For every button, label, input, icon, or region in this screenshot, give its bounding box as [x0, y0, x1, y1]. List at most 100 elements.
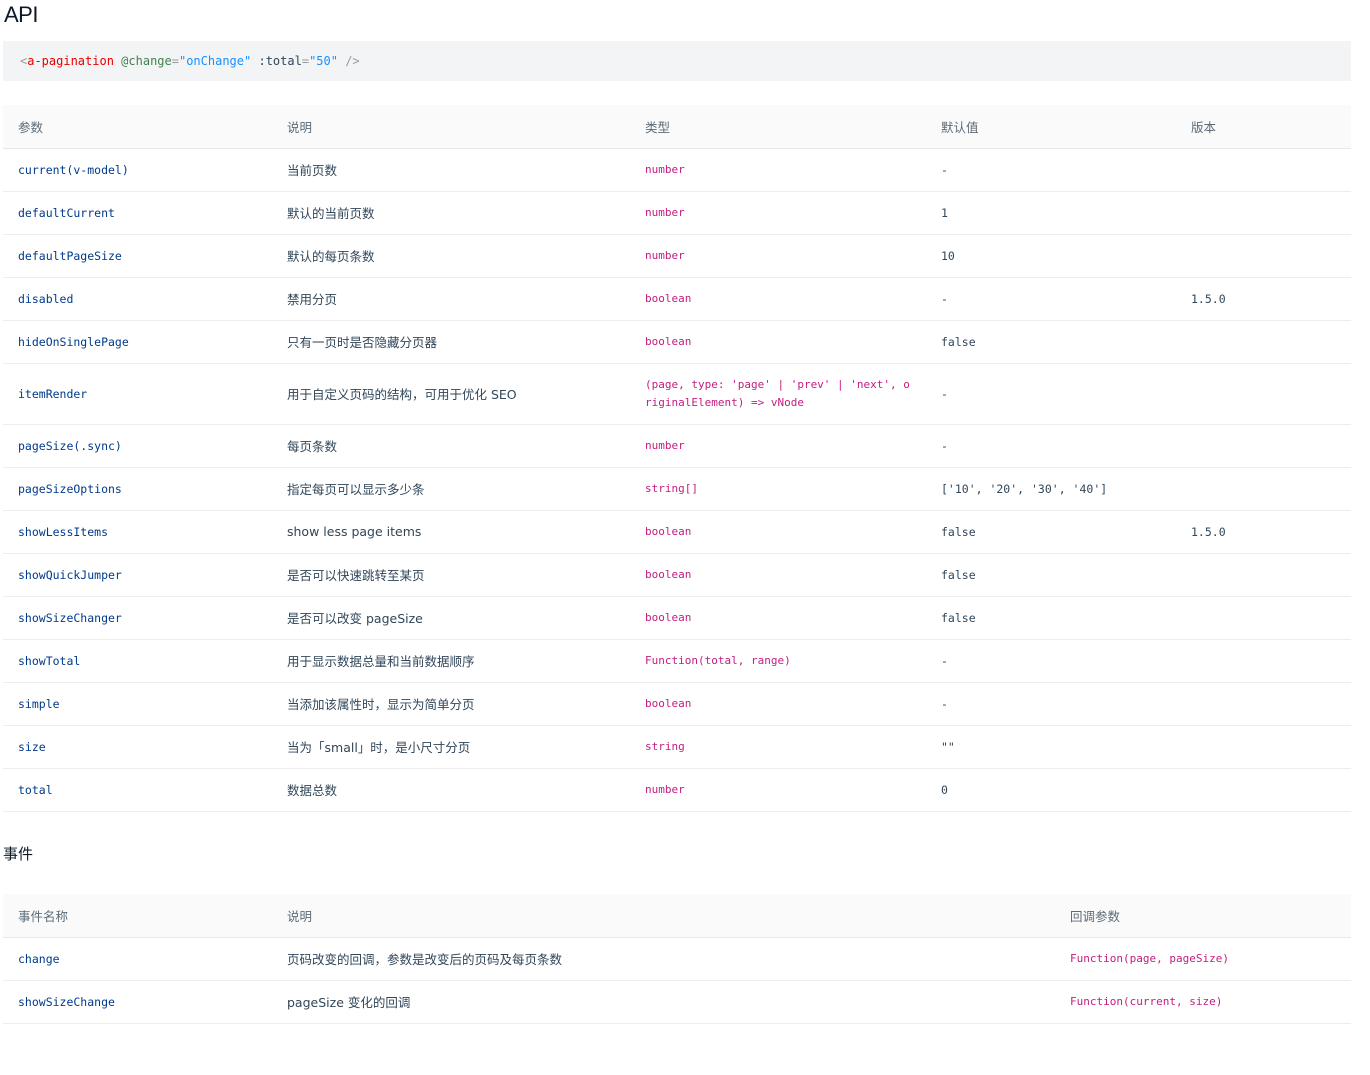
param-desc: 当添加该属性时，显示为简单分页: [272, 682, 630, 726]
param-type-cell: (page, type: 'page' | 'prev' | 'next', o…: [630, 363, 926, 425]
param-name: showQuickJumper: [3, 553, 272, 597]
param-version: [1176, 639, 1351, 683]
table-row: showTotal 用于显示数据总量和当前数据顺序 Function(total…: [3, 639, 1351, 683]
table-row: itemRender 用于自定义页码的结构，可用于优化 SEO (page, t…: [3, 363, 1351, 425]
param-type: number: [630, 234, 926, 278]
table-row: current(v-model) 当前页数 number -: [3, 148, 1351, 192]
param-default: -: [926, 424, 1176, 468]
param-type: Function(total, range): [630, 639, 926, 683]
param-desc: 是否可以改变 pageSize: [272, 596, 630, 640]
param-name: total: [3, 768, 272, 812]
param-name: pageSizeOptions: [3, 467, 272, 511]
header-default: 默认值: [926, 105, 1176, 149]
event-desc: pageSize 变化的回调: [272, 980, 1055, 1024]
param-version: [1176, 234, 1351, 278]
event-desc: 页码改变的回调，参数是改变后的页码及每页条数: [272, 937, 1055, 981]
param-version: [1176, 467, 1351, 511]
event-name: showSizeChange: [3, 980, 272, 1024]
param-desc: 只有一页时是否隐藏分页器: [272, 320, 630, 364]
table-row: total 数据总数 number 0: [3, 768, 1351, 812]
param-name: showLessItems: [3, 510, 272, 554]
code-attr-change: @change: [121, 54, 172, 68]
param-desc: 默认的每页条数: [272, 234, 630, 278]
param-desc: 禁用分页: [272, 277, 630, 321]
api-table-header: 参数 说明 类型 默认值 版本: [3, 105, 1351, 149]
header-desc: 说明: [272, 105, 630, 149]
param-default: 0: [926, 768, 1176, 812]
param-version: 1.5.0: [1176, 277, 1351, 321]
param-desc: 是否可以快速跳转至某页: [272, 553, 630, 597]
table-row: hideOnSinglePage 只有一页时是否隐藏分页器 boolean fa…: [3, 320, 1351, 364]
param-name: pageSize(.sync): [3, 424, 272, 468]
param-version: [1176, 596, 1351, 640]
param-desc: 指定每页可以显示多少条: [272, 467, 630, 511]
code-equals: =: [301, 54, 310, 68]
table-row: showSizeChanger 是否可以改变 pageSize boolean …: [3, 596, 1351, 640]
param-version: [1176, 363, 1351, 425]
param-type: boolean: [630, 553, 926, 597]
param-default: "": [926, 725, 1176, 769]
param-name: hideOnSinglePage: [3, 320, 272, 364]
param-name: defaultPageSize: [3, 234, 272, 278]
header-param: 参数: [3, 105, 272, 149]
table-row: pageSizeOptions 指定每页可以显示多少条 string[] ['1…: [3, 467, 1351, 511]
table-row: showSizeChange pageSize 变化的回调 Function(c…: [3, 980, 1351, 1024]
param-version: [1176, 424, 1351, 468]
param-version: [1176, 191, 1351, 235]
param-type: boolean: [630, 682, 926, 726]
param-desc: 用于显示数据总量和当前数据顺序: [272, 639, 630, 683]
param-name: current(v-model): [3, 148, 272, 192]
param-version: [1176, 553, 1351, 597]
param-default: false: [926, 553, 1176, 597]
param-desc: show less page items: [272, 510, 630, 554]
param-default: -: [926, 277, 1176, 321]
param-default: false: [926, 596, 1176, 640]
param-default: 10: [926, 234, 1176, 278]
event-name: change: [3, 937, 272, 981]
param-version: [1176, 148, 1351, 192]
param-version: [1176, 768, 1351, 812]
header-event-callback: 回调参数: [1055, 894, 1351, 938]
header-type: 类型: [630, 105, 926, 149]
param-type: boolean: [630, 277, 926, 321]
table-row: showQuickJumper 是否可以快速跳转至某页 boolean fals…: [3, 553, 1351, 597]
code-sample: <a-pagination @change="onChange" :total=…: [3, 41, 1351, 81]
code-value-total: "50": [309, 54, 338, 68]
param-type: boolean: [630, 510, 926, 554]
param-default: -: [926, 363, 1176, 425]
param-type: number: [630, 768, 926, 812]
param-desc: 用于自定义页码的结构，可用于优化 SEO: [272, 363, 630, 425]
param-desc: 默认的当前页数: [272, 191, 630, 235]
table-row: change 页码改变的回调，参数是改变后的页码及每页条数 Function(p…: [3, 937, 1351, 981]
param-type: number: [630, 148, 926, 192]
header-event-desc: 说明: [272, 894, 1055, 938]
param-desc: 当为「small」时，是小尺寸分页: [272, 725, 630, 769]
param-name: size: [3, 725, 272, 769]
code-attr-total: :total: [258, 54, 302, 68]
table-row: size 当为「small」时，是小尺寸分页 string "": [3, 725, 1351, 769]
param-version: [1176, 320, 1351, 364]
api-props-table: 参数 说明 类型 默认值 版本 current(v-model) 当前页数 nu…: [3, 105, 1351, 812]
table-row: defaultPageSize 默认的每页条数 number 10: [3, 234, 1351, 278]
header-version: 版本: [1176, 105, 1351, 149]
param-type: (page, type: 'page' | 'prev' | 'next', o…: [645, 377, 910, 409]
param-name: showSizeChanger: [3, 596, 272, 640]
param-type: string[]: [630, 467, 926, 511]
param-default: 1: [926, 191, 1176, 235]
param-default: false: [926, 320, 1176, 364]
table-row: disabled 禁用分页 boolean - 1.5.0: [3, 277, 1351, 321]
event-callback: Function(page, pageSize): [1055, 937, 1351, 981]
param-type: number: [630, 191, 926, 235]
param-name: itemRender: [3, 363, 272, 425]
event-callback: Function(current, size): [1055, 980, 1351, 1024]
code-equals: =: [171, 54, 179, 68]
code-value-onchange: "onChange": [178, 54, 252, 68]
param-desc: 每页条数: [272, 424, 630, 468]
param-desc: 当前页数: [272, 148, 630, 192]
param-type: boolean: [630, 320, 926, 364]
param-name: defaultCurrent: [3, 191, 272, 235]
param-default: -: [926, 639, 1176, 683]
events-table: 事件名称 说明 回调参数 change 页码改变的回调，参数是改变后的页码及每页…: [3, 894, 1351, 1024]
param-version: [1176, 725, 1351, 769]
param-default: -: [926, 682, 1176, 726]
